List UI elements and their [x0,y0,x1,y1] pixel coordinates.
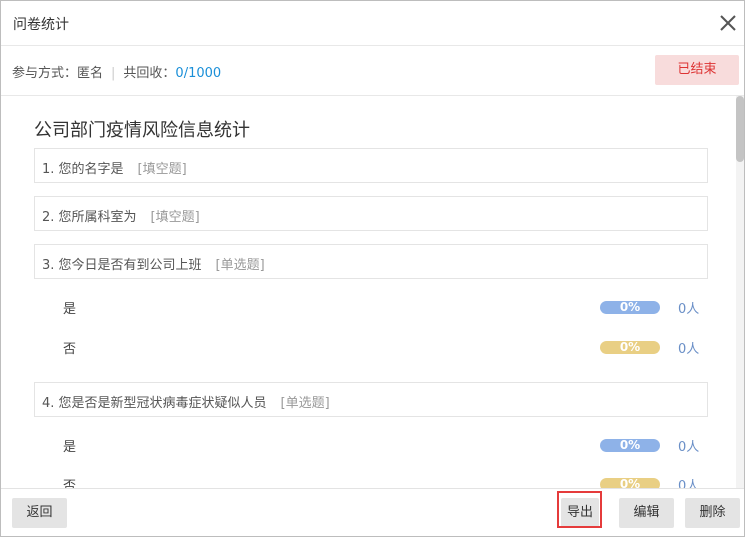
option-label: 否 [63,342,77,357]
info-separator: | [111,66,116,81]
survey-content[interactable]: 公司部门疫情风险信息统计 1. 您的名字是 [填空题] 2. 您所属科室为 [填空题… [1,96,744,488]
option-label: 否 [63,479,77,488]
option-percent-bar: 0% [600,439,660,452]
collected-value: 0/1000 [175,66,222,81]
question-label: 1. 您的名字是 [42,162,124,177]
info-bar: 参与方式：匿名 | 共回收：0/1000 已结束 [1,46,744,96]
question-label: 2. 您所属科室为 [42,210,137,225]
option-label: 是 [63,302,77,317]
question-label: 3. 您今日是否有到公司上班 [42,258,202,273]
option-percent-bar: 0% [600,341,660,354]
edit-button[interactable]: 编辑 [619,498,674,528]
back-button[interactable]: 返回 [12,498,67,528]
question-3: 3. 您今日是否有到公司上班 [单选题] [34,244,708,279]
delete-button[interactable]: 删除 [685,498,740,528]
option-count: 0人 [678,479,700,488]
option-percent-bar: 0% [600,301,660,314]
option-count: 0人 [678,342,700,357]
question-2: 2. 您所属科室为 [填空题] [34,196,708,231]
dialog-footer: 返回 导出 编辑 删除 [1,488,744,536]
option-count: 0人 [678,440,700,455]
close-icon[interactable] [716,11,740,35]
question-type: [填空题] [137,162,187,177]
option-percent-bar: 0% [600,478,660,488]
question-1: 1. 您的名字是 [填空题] [34,148,708,183]
option-count: 0人 [678,302,700,317]
question-type: [单选题] [215,258,265,273]
collected-label: 共回收： [123,66,176,81]
dialog-title: 问卷统计 [13,17,69,33]
question-4: 4. 您是否是新型冠状病毒症状疑似人员 [单选题] [34,382,708,417]
option-label: 是 [63,440,77,455]
survey-stats-dialog: 问卷统计 参与方式：匿名 | 共回收：0/1000 已结束 公司部门疫情风险信息统计… [0,0,745,537]
participation-method: 参与方式：匿名 [12,66,104,81]
question-type: [填空题] [150,210,200,225]
info-text: 参与方式：匿名 | 共回收：0/1000 [12,62,221,81]
question-type: [单选题] [280,396,330,411]
scrollbar-thumb[interactable] [736,96,744,162]
dialog-titlebar: 问卷统计 [1,1,744,46]
survey-title: 公司部门疫情风险信息统计 [34,120,250,141]
ended-status-button[interactable]: 已结束 [655,55,739,85]
question-label: 4. 您是否是新型冠状病毒症状疑似人员 [42,396,267,411]
export-highlight-box [557,491,602,528]
